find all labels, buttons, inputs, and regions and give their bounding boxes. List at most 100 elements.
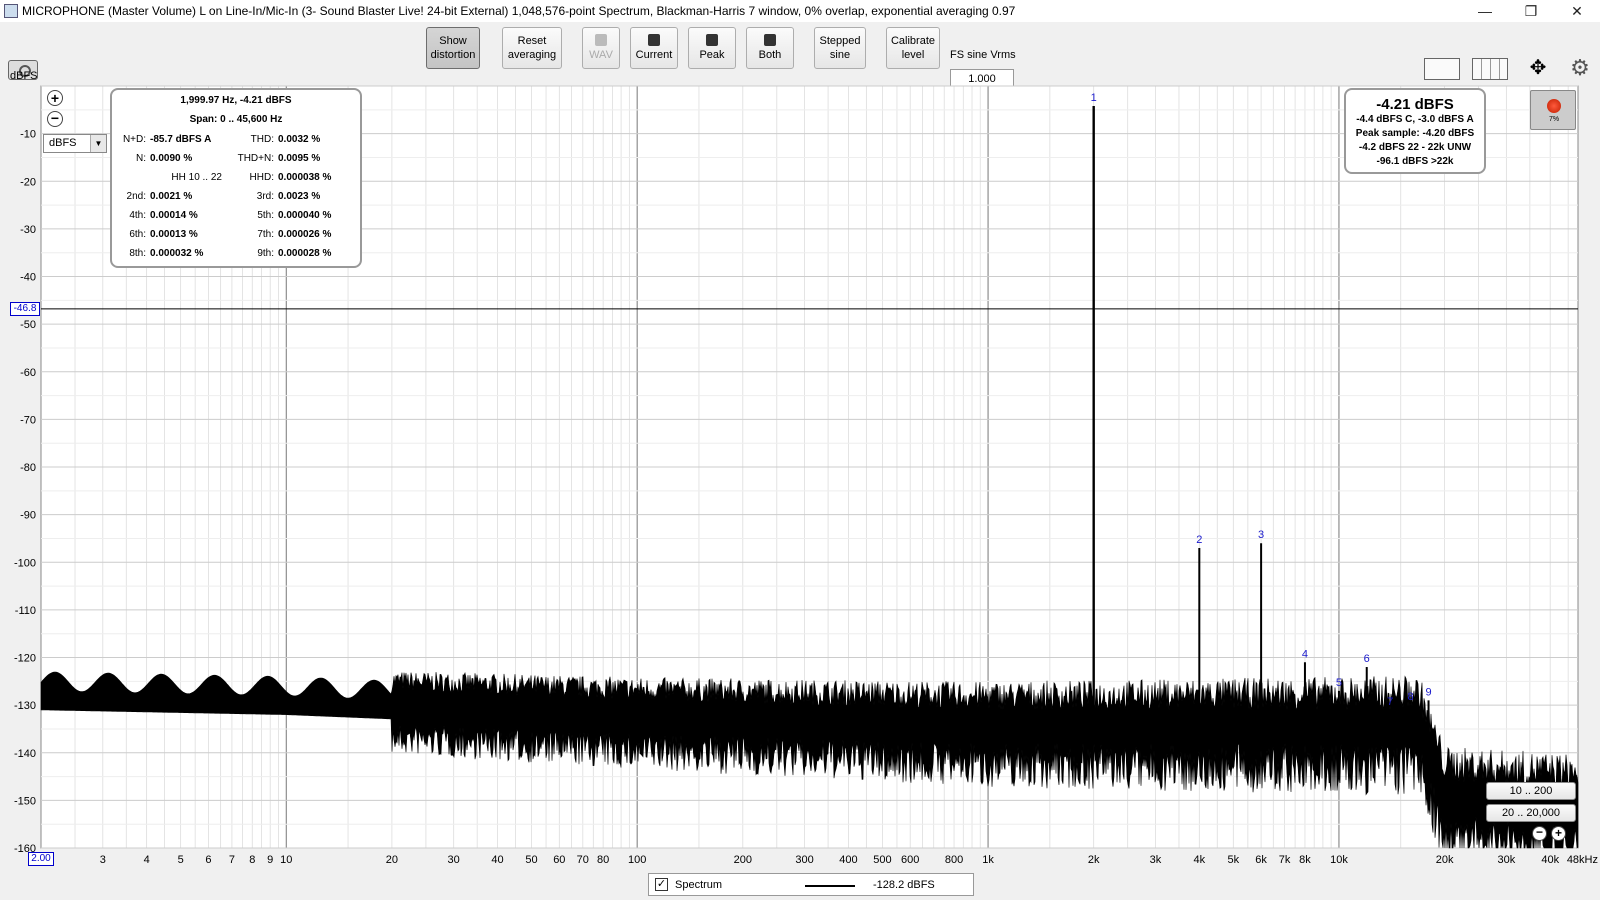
cursor-level-label[interactable]: -46.8 — [10, 302, 40, 316]
distortion-label: THD+N: — [237, 153, 274, 164]
x-tick-label: 6 — [205, 854, 211, 866]
legend-swatch — [805, 885, 855, 887]
x-tick-label: 48kHz — [1567, 854, 1598, 866]
save-icon — [706, 34, 718, 46]
distortion-value: 0.0021 % — [150, 191, 193, 202]
x-tick-label: 40 — [491, 854, 503, 866]
x-tick-label: 300 — [795, 854, 813, 866]
save-peak-button[interactable]: Peak — [688, 27, 736, 69]
x-start-label[interactable]: 2.00 — [28, 852, 54, 866]
unit-select[interactable]: dBFS ▼ — [43, 134, 107, 153]
distortion-label: N+D: — [122, 134, 146, 145]
save-icon — [764, 34, 776, 46]
level-panel: -4.21 dBFS -4.4 dBFS C, -3.0 dBFS A Peak… — [1344, 88, 1486, 174]
x-tick-label: 500 — [873, 854, 891, 866]
x-tick-label: 5 — [178, 854, 184, 866]
legend-series-name: Spectrum — [675, 879, 723, 891]
distortion-value: 0.0023 % — [278, 191, 321, 202]
calibrate-level-label-1: Calibrate — [890, 35, 936, 47]
distortion-row: HH 10 .. 22 HHD: 0.000038 % — [112, 172, 360, 190]
distortion-label: 8th: — [129, 248, 146, 259]
record-button[interactable]: 7% — [1530, 90, 1576, 130]
close-button[interactable]: ✕ — [1554, 0, 1600, 22]
legend-series-value: -128.2 dBFS — [873, 879, 935, 891]
minimize-button[interactable]: — — [1462, 0, 1508, 22]
y-tick-label: -130 — [14, 700, 36, 712]
reset-averaging-button[interactable]: Reset averaging — [502, 27, 562, 69]
level-line: -96.1 dBFS >22k — [1376, 156, 1454, 167]
x-tick-label: 80 — [597, 854, 609, 866]
current-label: Current — [635, 49, 673, 61]
maximize-button[interactable]: ❐ — [1508, 0, 1554, 22]
distortion-value: 0.000040 % — [278, 210, 332, 221]
distortion-value: 0.0095 % — [278, 153, 321, 164]
reset-averaging-label-1: Reset — [517, 35, 547, 47]
distortion-span: Span: 0 .. 45,600 Hz — [189, 114, 283, 125]
distortion-panel: 1,999.97 Hz, -4.21 dBFS Span: 0 .. 45,60… — [110, 88, 362, 268]
distortion-value: -85.7 dBFS A — [150, 134, 212, 145]
legend-checkbox[interactable]: ✓ — [655, 878, 668, 891]
x-tick-label: 7 — [229, 854, 235, 866]
distortion-label: 3rd: — [256, 191, 274, 202]
x-tick-label: 8 — [249, 854, 255, 866]
distortion-label: HH 10 .. 22 — [171, 172, 222, 183]
y-tick-label: -80 — [20, 462, 36, 474]
calibrate-level-button[interactable]: Calibrate level — [886, 27, 940, 69]
x-tick-label: 20k — [1436, 854, 1454, 866]
level-line: -4.2 dBFS 22 - 22k UNW — [1358, 142, 1472, 153]
y-axis-unit-label: dBFS — [10, 70, 38, 82]
save-current-button[interactable]: Current — [630, 27, 678, 69]
harmonic-label: 3 — [1258, 529, 1264, 541]
y-tick-label: -60 — [20, 367, 36, 379]
distortion-label: N: — [136, 153, 146, 164]
wav-button[interactable]: WAV — [582, 27, 620, 69]
distortion-label: 4th: — [129, 210, 146, 221]
distortion-label: 5th: — [257, 210, 274, 221]
x-tick-label: 200 — [734, 854, 752, 866]
x-tick-label: 10 — [280, 854, 292, 866]
x-tick-label: 30k — [1498, 854, 1516, 866]
app-icon — [4, 4, 18, 18]
y-tick-label: -20 — [20, 176, 36, 188]
x-tick-label: 70 — [577, 854, 589, 866]
zoom-in-icon[interactable]: + — [47, 90, 63, 106]
y-tick-label: -10 — [20, 129, 36, 141]
x-tick-label: 6k — [1255, 854, 1267, 866]
stepped-sine-label-1: Stepped — [819, 35, 861, 47]
y-tick-label: -30 — [20, 224, 36, 236]
distortion-row: 4th: 0.00014 % 5th: 0.000040 % — [112, 210, 360, 228]
zoom-out-icon[interactable]: − — [1532, 826, 1547, 841]
y-tick-label: -120 — [14, 653, 36, 665]
fs-sine-label: FS sine Vrms — [950, 49, 1016, 61]
x-tick-label: 30 — [448, 854, 460, 866]
record-percent: 7% — [1548, 116, 1560, 123]
zoom-in-icon[interactable]: + — [1551, 826, 1566, 841]
x-tick-label: 10k — [1330, 854, 1348, 866]
harmonic-label: 9 — [1425, 686, 1431, 698]
x-tick-label: 800 — [945, 854, 963, 866]
range-10-200-button[interactable]: 10 .. 200 — [1486, 782, 1576, 800]
peak-label: Peak — [699, 49, 725, 61]
reset-averaging-label-2: averaging — [507, 49, 557, 61]
y-tick-label: -100 — [14, 557, 36, 569]
title-bar: MICROPHONE (Master Volume) L on Line-In/… — [0, 0, 1600, 22]
stepped-sine-label-2: sine — [829, 49, 851, 61]
distortion-value: 0.00014 % — [150, 210, 198, 221]
distortion-value: 0.000028 % — [278, 248, 332, 259]
y-tick-label: -40 — [20, 272, 36, 284]
stepped-sine-button[interactable]: Stepped sine — [814, 27, 866, 69]
x-tick-label: 9 — [267, 854, 273, 866]
distortion-row: 2nd: 0.0021 % 3rd: 0.0023 % — [112, 191, 360, 209]
zoom-out-icon[interactable]: − — [47, 111, 63, 127]
harmonic-label: 1 — [1091, 92, 1097, 104]
range-20-20000-button[interactable]: 20 .. 20,000 — [1486, 804, 1576, 822]
harmonic-label: 7 — [1387, 696, 1393, 708]
chevron-down-icon[interactable]: ▼ — [90, 135, 106, 152]
window-title: MICROPHONE (Master Volume) L on Line-In/… — [22, 4, 1016, 18]
distortion-label: THD: — [250, 134, 274, 145]
unit-select-value: dBFS — [49, 137, 77, 149]
show-distortion-button[interactable]: Show distortion — [426, 27, 480, 69]
both-label: Both — [758, 49, 782, 61]
save-both-button[interactable]: Both — [746, 27, 794, 69]
harmonic-label: 6 — [1364, 653, 1370, 665]
